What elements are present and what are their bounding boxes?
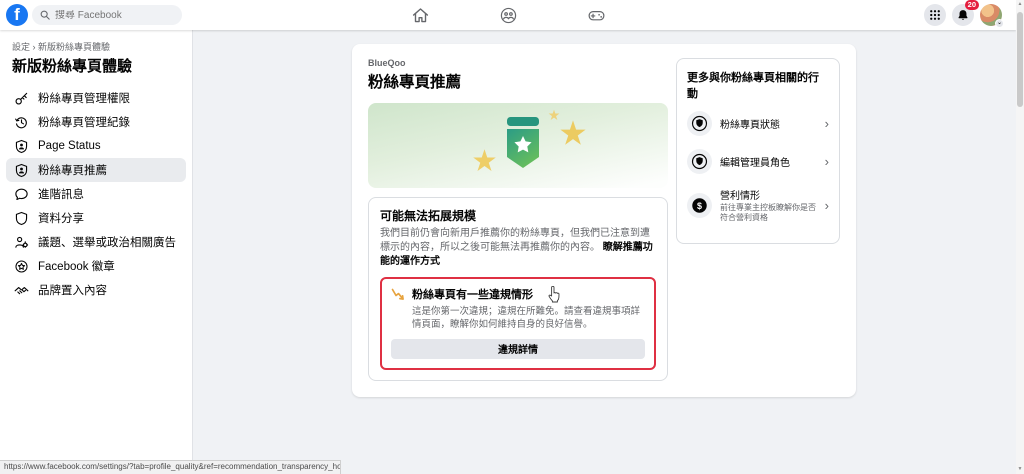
sidebar-item-issue-electoral-political-ads[interactable]: 議題、選舉或政治相關廣告 (6, 230, 186, 254)
gaming-tab[interactable] (584, 3, 608, 27)
home-tab[interactable] (408, 3, 432, 27)
related-action-page-status[interactable]: 粉絲專頁狀態 › (687, 111, 829, 136)
gaming-icon (587, 6, 606, 25)
shield-circle-icon (687, 149, 712, 174)
page-name-label: BlueQoo (368, 58, 668, 68)
sidebar-item-label: 資料分享 (38, 210, 84, 226)
svg-text:$: $ (697, 201, 702, 211)
related-action-sublabel: 前往專業主控板瞭解你是否符合營利資格 (720, 203, 817, 224)
shield-user-icon (13, 162, 29, 178)
star-decoration (548, 109, 560, 121)
shield-circle-icon (687, 111, 712, 136)
handshake-icon (13, 282, 29, 298)
profile-avatar[interactable]: ⌄ (980, 4, 1002, 26)
chevron-right-icon: › (825, 199, 829, 212)
shield-user-icon (13, 138, 29, 154)
home-icon (411, 6, 430, 25)
breadcrumb: 設定 › 新版粉絲專頁體驗 (12, 40, 180, 53)
badge-star-icon (13, 258, 29, 274)
groups-tab[interactable] (496, 3, 520, 27)
sidebar-item-page-history[interactable]: 粉絲專頁管理紀錄 (6, 110, 186, 134)
sidebar-item-page-status[interactable]: Page Status (6, 134, 186, 158)
search-input[interactable] (55, 10, 165, 21)
avatar-chevron-icon: ⌄ (995, 19, 1004, 28)
star-decoration (559, 119, 587, 147)
dollar-circle-icon: $ (687, 193, 712, 218)
related-action-label: 營利情形 (720, 187, 817, 202)
warning-title: 可能無法拓展規模 (380, 207, 656, 224)
sidebar-title: 新版粉絲專頁體驗 (12, 55, 180, 76)
apps-grid-icon (929, 9, 941, 21)
sidebar-item-label: Page Status (38, 140, 101, 152)
search-bar[interactable] (32, 5, 182, 25)
chevron-right-icon: › (825, 155, 829, 168)
badge-pennant-icon (503, 116, 543, 174)
settings-sidebar: 設定 › 新版粉絲專頁體驗 新版粉絲專頁體驗 粉絲專頁管理權限 粉絲專頁管理紀錄… (0, 30, 193, 474)
sidebar-item-label: 進階訊息 (38, 186, 84, 202)
person-gear-icon (13, 234, 29, 250)
sidebar-item-label: 粉絲專頁管理權限 (38, 90, 130, 106)
top-navigation-bar: f (0, 0, 1016, 30)
related-action-edit-admin-roles[interactable]: 編輯管理員角色 › (687, 149, 829, 174)
sidebar-item-page-access[interactable]: 粉絲專頁管理權限 (6, 86, 186, 110)
violation-title: 粉絲專頁有一些違規情形 (412, 286, 533, 302)
related-action-label: 粉絲專頁狀態 (720, 116, 817, 131)
sidebar-item-label: 議題、選舉或政治相關廣告 (38, 234, 176, 250)
related-actions-panel: 更多與你粉絲專頁相關的行動 粉絲專頁狀態 › 編輯管理員角色 › (676, 58, 840, 244)
sidebar-item-label: Facebook 徽章 (38, 258, 115, 274)
chat-icon (13, 186, 29, 202)
search-icon (40, 10, 50, 20)
sidebar-item-label: 粉絲專頁管理紀錄 (38, 114, 130, 130)
sidebar-item-advanced-messaging[interactable]: 進階訊息 (6, 182, 186, 206)
sidebar-item-data-sharing[interactable]: 資料分享 (6, 206, 186, 230)
related-actions-title: 更多與你粉絲專頁相關的行動 (687, 69, 829, 101)
related-action-monetization[interactable]: $ 營利情形 前往專業主控板瞭解你是否符合營利資格 › (687, 187, 829, 224)
sidebar-item-facebook-badges[interactable]: Facebook 徽章 (6, 254, 186, 278)
shield-icon (13, 210, 29, 226)
key-icon (13, 90, 29, 106)
sidebar-item-branded-content[interactable]: 品牌置入內容 (6, 278, 186, 302)
recommendation-banner (368, 103, 668, 188)
browser-status-url: https://www.facebook.com/settings/?tab=p… (0, 460, 341, 474)
page-title: 粉絲專頁推薦 (368, 70, 668, 92)
violation-alert-box: 粉絲專頁有一些違規情形 這是你第一次違規；違規在所難免。請查看違規事項詳情頁面，… (380, 277, 656, 370)
page-scrollbar[interactable]: ▲ ▼ (1016, 0, 1024, 474)
scrollbar-down-arrow[interactable]: ▼ (1016, 465, 1024, 474)
trend-down-icon (391, 288, 405, 301)
violation-body: 這是你第一次違規；違規在所難免。請查看違規事項詳情頁面，瞭解你如何維持自身的良好… (412, 305, 645, 332)
scrollbar-up-arrow[interactable]: ▲ (1016, 0, 1024, 9)
sidebar-item-label: 品牌置入內容 (38, 282, 107, 298)
history-icon (13, 114, 29, 130)
sidebar-item-label: 粉絲專頁推薦 (38, 162, 107, 178)
chevron-right-icon: › (825, 117, 829, 130)
star-decoration (472, 148, 497, 173)
violation-details-button[interactable]: 違規詳情 (391, 339, 645, 359)
related-action-label: 編輯管理員角色 (720, 154, 817, 169)
sidebar-item-page-recommendations[interactable]: 粉絲專頁推薦 (6, 158, 186, 182)
apps-menu-button[interactable] (924, 4, 946, 26)
notification-badge: 20 (965, 0, 979, 10)
facebook-logo[interactable]: f (6, 4, 28, 26)
bell-icon (957, 9, 969, 21)
scrollbar-thumb[interactable] (1017, 12, 1023, 107)
groups-icon (499, 6, 518, 25)
notifications-button[interactable]: 20 (952, 4, 974, 26)
page-recommendations-card: BlueQoo 粉絲專頁推薦 (352, 44, 856, 397)
reach-warning-section: 可能無法拓展規模 我們目前仍會向新用戶推薦你的粉絲專頁，但我們已注意到遭標示的內… (368, 197, 668, 381)
